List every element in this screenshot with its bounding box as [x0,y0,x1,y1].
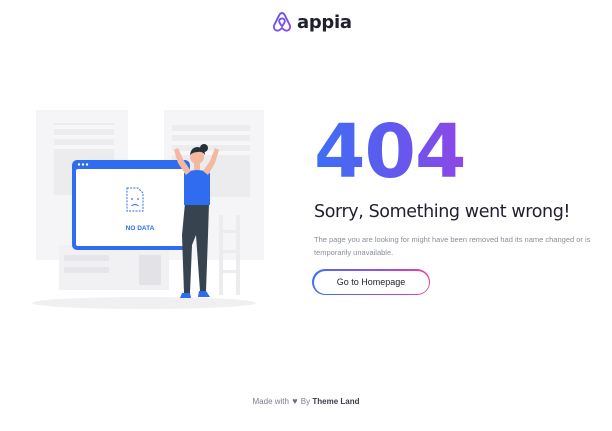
heart-icon: ♥ [292,396,298,406]
go-to-homepage-label: Go to Homepage [313,270,429,294]
monitor [72,160,190,250]
logo[interactable]: appia [272,9,352,35]
error-illustration: NO DATA [32,110,264,309]
footer-brand-link[interactable]: Theme Land [312,397,359,406]
footer-by: By [300,397,311,406]
error-description: The page you are looking for might have … [314,235,591,257]
error-page: appia NO DATA 404 Sorry, Something went … [0,0,612,431]
no-data-label: NO DATA [126,225,155,232]
error-code: 404 [314,109,466,195]
logo-loop-icon [272,12,292,32]
floor-shadow [32,297,256,309]
go-to-homepage-button[interactable]: Go to Homepage [312,269,430,295]
error-heading: Sorry, Something went wrong! [314,202,571,222]
footer: Made with ♥ By Theme Land [0,396,612,406]
logo-text: appia [297,11,352,33]
footer-made-with: Made with [252,397,289,406]
